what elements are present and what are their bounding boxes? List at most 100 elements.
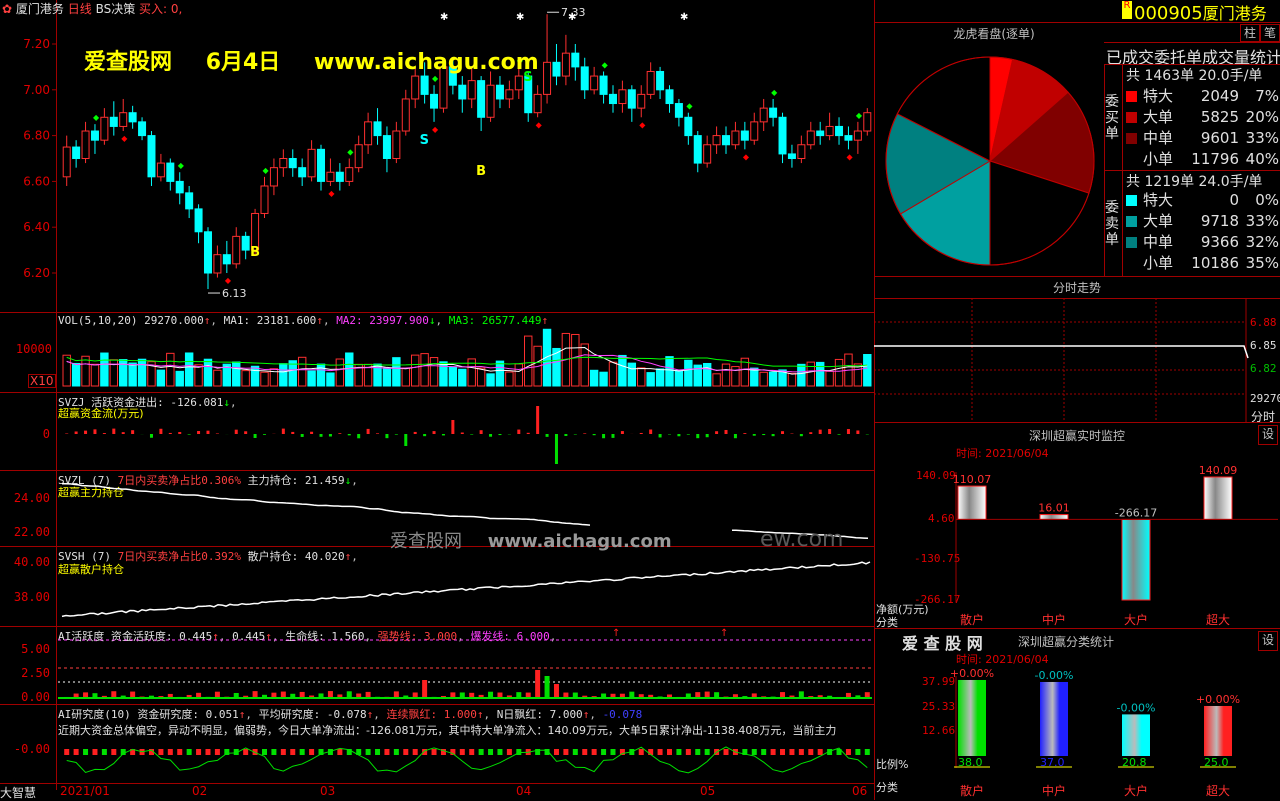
class-bar-pct: -0.00% bbox=[1035, 669, 1074, 682]
svzj-bar bbox=[706, 434, 709, 437]
sell-side-label: 委卖单 bbox=[1105, 200, 1121, 248]
sep-stat-top bbox=[1104, 64, 1280, 65]
ai-bar bbox=[328, 691, 333, 698]
buy-swatch bbox=[1126, 133, 1137, 144]
buy-row: 中单960133% bbox=[1126, 128, 1280, 148]
research-bar bbox=[74, 749, 79, 755]
svzj-bar bbox=[254, 434, 257, 438]
x-label-jun: 06 bbox=[852, 784, 867, 798]
r-badge: R bbox=[1122, 1, 1132, 19]
research-bar bbox=[384, 749, 389, 755]
star-marker: ✱ bbox=[680, 12, 688, 23]
svzj-bar bbox=[216, 433, 219, 434]
research-bar bbox=[403, 749, 408, 755]
candle-body bbox=[129, 113, 136, 122]
svzj-bar bbox=[856, 430, 859, 434]
svzj-bar bbox=[235, 430, 238, 434]
candle-body bbox=[572, 53, 579, 67]
realtime-bar-value: 16.01 bbox=[1038, 502, 1070, 515]
research-bar bbox=[479, 749, 484, 755]
low-marker: 6.13 bbox=[222, 287, 247, 300]
svzj-bar bbox=[621, 431, 624, 434]
price-y-label: 7.20 bbox=[23, 37, 50, 51]
research-bar bbox=[639, 749, 644, 755]
candle-body bbox=[591, 76, 598, 90]
research-bar bbox=[761, 749, 766, 755]
signal-dot: ◆ bbox=[686, 102, 693, 111]
candle-body bbox=[157, 163, 164, 177]
buy-count: 2049 bbox=[1185, 86, 1239, 106]
bs-signal: B bbox=[476, 164, 486, 179]
watermark-site: 爱查股网 bbox=[84, 50, 172, 75]
volume-bar bbox=[477, 368, 484, 386]
candle-body bbox=[845, 136, 852, 141]
volume-bar bbox=[590, 370, 597, 386]
svzj-bar bbox=[206, 431, 209, 434]
svzj-bar bbox=[687, 434, 690, 435]
volume-bar bbox=[308, 371, 315, 386]
research-bar bbox=[177, 749, 182, 755]
watermark-top: 爱查股网 6月4日 www.aichagu.com bbox=[84, 44, 539, 76]
fenshi-price-line bbox=[874, 346, 1248, 358]
candle-body bbox=[91, 131, 98, 140]
candle-body bbox=[186, 193, 193, 209]
volume-bar bbox=[685, 360, 692, 386]
sell-label: 特大 bbox=[1143, 190, 1185, 210]
candle-body bbox=[864, 113, 871, 131]
signal-dot: ◆ bbox=[225, 276, 232, 285]
volume-bar bbox=[619, 355, 626, 386]
bs-signal: S bbox=[420, 133, 429, 148]
candle-body bbox=[73, 147, 80, 158]
sell-label: 大单 bbox=[1143, 211, 1185, 231]
research-bar bbox=[855, 749, 860, 755]
candle-body bbox=[685, 117, 692, 135]
tab-zhu[interactable]: 柱 bbox=[1240, 24, 1260, 42]
volume-bar bbox=[91, 364, 98, 386]
research-bar bbox=[554, 749, 559, 755]
svzj-bar bbox=[809, 432, 812, 434]
research-bar bbox=[752, 749, 757, 755]
realtime-cat: 超大 bbox=[1206, 612, 1230, 627]
research-bar bbox=[92, 749, 97, 755]
svzj-bar bbox=[696, 434, 699, 438]
candle-body bbox=[515, 76, 522, 90]
sep-fenshi bbox=[874, 276, 1280, 277]
signal-dot: ◆ bbox=[121, 134, 128, 143]
intraday-chart[interactable]: ◂ bbox=[874, 298, 1280, 422]
volume-bar bbox=[713, 374, 720, 386]
candle-body bbox=[638, 94, 645, 108]
buy-swatch bbox=[1126, 91, 1137, 102]
volume-chart bbox=[0, 312, 874, 392]
svzj-bar bbox=[357, 434, 360, 438]
volume-bar bbox=[496, 361, 503, 386]
svzj-bar bbox=[263, 434, 266, 435]
candle-body bbox=[619, 90, 626, 104]
volume-bar bbox=[430, 358, 437, 386]
volume-bar bbox=[628, 363, 635, 386]
volume-bar bbox=[233, 362, 240, 386]
ai-arrow: ↑ bbox=[612, 628, 620, 639]
buy-pct: 33% bbox=[1239, 128, 1279, 148]
research-bar bbox=[592, 749, 597, 755]
signal-dot: ◆ bbox=[178, 161, 185, 170]
realtime-cat: 散户 bbox=[960, 612, 984, 627]
signal-dot: ◆ bbox=[93, 113, 100, 122]
tab-bi[interactable]: 笔 bbox=[1260, 24, 1280, 42]
ai-bar bbox=[422, 680, 427, 698]
research-bar bbox=[601, 749, 606, 755]
signal-dot: ◆ bbox=[263, 166, 270, 175]
volume-bar bbox=[72, 363, 79, 386]
volume-bar bbox=[666, 357, 673, 386]
volume-bar bbox=[816, 362, 823, 386]
class-cat: 散户 bbox=[960, 783, 984, 798]
svzj-bar bbox=[498, 434, 501, 435]
candle-body bbox=[713, 136, 720, 145]
realtime-bar bbox=[1204, 477, 1232, 519]
svzj-bar bbox=[564, 434, 567, 436]
svzj-bar bbox=[847, 429, 850, 434]
realtime-cat: 大户 bbox=[1124, 612, 1148, 627]
star-marker: ✱ bbox=[568, 12, 576, 23]
volume-bar bbox=[298, 357, 305, 386]
svzj-bar bbox=[150, 434, 153, 438]
candle-body bbox=[308, 149, 315, 176]
